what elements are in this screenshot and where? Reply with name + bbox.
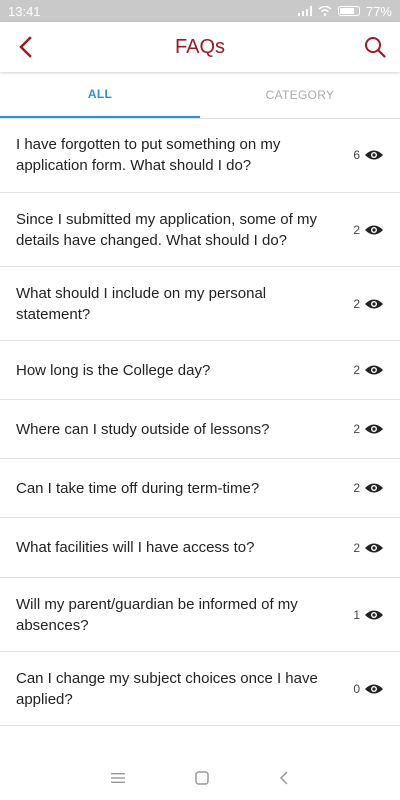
list-item[interactable]: Can I take time off during term-time? 2 bbox=[0, 459, 400, 518]
search-icon bbox=[364, 37, 386, 58]
eye-icon bbox=[365, 483, 383, 493]
list-item[interactable]: How long is the College day? 2 bbox=[0, 341, 400, 400]
faq-question: Can I take time off during term-time? bbox=[16, 479, 260, 497]
view-count: 2 bbox=[353, 223, 384, 237]
view-count-value: 0 bbox=[353, 681, 360, 696]
back-nav-icon[interactable] bbox=[279, 771, 289, 785]
tab-all[interactable]: ALL bbox=[0, 72, 200, 118]
eye-icon bbox=[365, 225, 383, 234]
app-bar: FAQs bbox=[0, 22, 400, 72]
faq-list[interactable]: I have forgotten to put something on my … bbox=[0, 118, 400, 756]
view-count: 2 bbox=[353, 422, 384, 436]
list-item[interactable]: I have forgotten to put something on my … bbox=[0, 118, 400, 193]
view-count-value: 2 bbox=[353, 363, 360, 377]
wifi-icon bbox=[318, 6, 332, 16]
view-count-value: 2 bbox=[353, 422, 360, 436]
eye-icon bbox=[365, 684, 383, 693]
view-count-value: 6 bbox=[353, 148, 360, 162]
list-item[interactable]: What facilities will I have access to? 2 bbox=[0, 518, 400, 578]
home-icon[interactable] bbox=[195, 771, 209, 785]
view-count: 2 bbox=[353, 541, 384, 555]
eye-icon bbox=[365, 424, 383, 434]
faq-question: I have forgotten to put something on my … bbox=[16, 136, 281, 174]
list-item[interactable]: Will my parent/guardian be informed of m… bbox=[0, 578, 400, 652]
list-item[interactable]: Since I submitted my application, some o… bbox=[0, 193, 400, 267]
menu-icon[interactable] bbox=[111, 772, 125, 784]
status-bar: 13:41 77% bbox=[0, 0, 400, 22]
view-count-value: 2 bbox=[353, 296, 360, 311]
chevron-left-icon bbox=[19, 36, 32, 58]
system-nav-bar bbox=[0, 756, 400, 800]
faq-question: Where can I study outside of lessons? bbox=[16, 420, 270, 438]
eye-icon bbox=[365, 543, 383, 552]
search-button[interactable] bbox=[360, 32, 390, 62]
faq-question: What facilities will I have access to? bbox=[16, 539, 255, 556]
list-item[interactable]: Can I change my subject choices once I h… bbox=[0, 652, 400, 726]
eye-icon bbox=[365, 150, 383, 160]
signal-icon bbox=[297, 6, 312, 16]
faq-question: Can I change my subject choices once I h… bbox=[16, 669, 318, 708]
back-button[interactable] bbox=[10, 32, 40, 62]
view-count-value: 2 bbox=[353, 540, 360, 555]
faq-question: How long is the College day? bbox=[16, 361, 211, 379]
view-count: 2 bbox=[353, 481, 384, 495]
view-count: 6 bbox=[353, 148, 384, 162]
view-count-value: 2 bbox=[353, 222, 360, 237]
faq-question: Will my parent/guardian be informed of m… bbox=[16, 595, 298, 634]
page-title: FAQs bbox=[174, 35, 225, 58]
view-count-value: 1 bbox=[353, 607, 360, 622]
eye-icon bbox=[365, 299, 383, 308]
faq-question: What should I include on my personal sta… bbox=[16, 284, 267, 323]
view-count: 1 bbox=[353, 608, 384, 622]
battery-level: 77% bbox=[365, 3, 392, 19]
list-item[interactable]: What should I include on my personal sta… bbox=[0, 267, 400, 341]
tab-category[interactable]: CATEGORY bbox=[200, 72, 400, 118]
faq-question: Since I submitted my application, some o… bbox=[16, 210, 317, 249]
status-time: 13:41 bbox=[8, 3, 41, 19]
battery-icon bbox=[337, 6, 360, 16]
list-item[interactable]: Where can I study outside of lessons? 2 bbox=[0, 400, 400, 459]
view-count: 2 bbox=[353, 297, 384, 311]
tab-bar: ALL CATEGORY bbox=[0, 72, 400, 119]
view-count: 2 bbox=[353, 363, 384, 377]
eye-icon bbox=[365, 365, 383, 375]
status-icons: 77% bbox=[297, 3, 392, 19]
eye-icon bbox=[365, 610, 383, 619]
view-count-value: 2 bbox=[353, 481, 360, 495]
view-count: 0 bbox=[353, 682, 384, 696]
